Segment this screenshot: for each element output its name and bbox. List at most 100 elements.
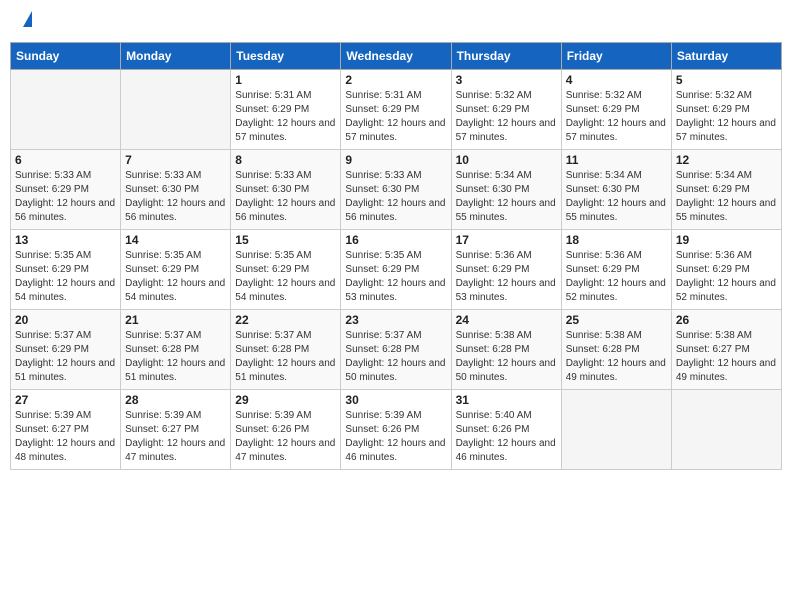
calendar-day-cell: 12 Sunrise: 5:34 AMSunset: 6:29 PMDaylig…: [671, 150, 781, 230]
day-info: Sunrise: 5:37 AMSunset: 6:28 PMDaylight:…: [345, 329, 446, 385]
day-info: Sunrise: 5:34 AMSunset: 6:30 PMDaylight:…: [566, 169, 667, 225]
calendar-day-cell: 11 Sunrise: 5:34 AMSunset: 6:30 PMDaylig…: [561, 150, 671, 230]
calendar-day-cell: 15 Sunrise: 5:35 AMSunset: 6:29 PMDaylig…: [231, 230, 341, 310]
day-info: Sunrise: 5:38 AMSunset: 6:28 PMDaylight:…: [566, 329, 667, 385]
day-number: 16: [345, 233, 446, 247]
weekday-header-tuesday: Tuesday: [231, 43, 341, 70]
weekday-header-sunday: Sunday: [11, 43, 121, 70]
day-info: Sunrise: 5:39 AMSunset: 6:27 PMDaylight:…: [125, 409, 226, 465]
day-number: 3: [456, 73, 557, 87]
calendar-week-row: 13 Sunrise: 5:35 AMSunset: 6:29 PMDaylig…: [11, 230, 782, 310]
day-number: 10: [456, 153, 557, 167]
day-info: Sunrise: 5:35 AMSunset: 6:29 PMDaylight:…: [15, 249, 116, 305]
day-number: 17: [456, 233, 557, 247]
day-info: Sunrise: 5:39 AMSunset: 6:27 PMDaylight:…: [15, 409, 116, 465]
day-info: Sunrise: 5:33 AMSunset: 6:30 PMDaylight:…: [125, 169, 226, 225]
day-number: 30: [345, 393, 446, 407]
calendar-day-cell: 5 Sunrise: 5:32 AMSunset: 6:29 PMDayligh…: [671, 70, 781, 150]
calendar-day-cell: 18 Sunrise: 5:36 AMSunset: 6:29 PMDaylig…: [561, 230, 671, 310]
day-number: 8: [235, 153, 336, 167]
day-number: 14: [125, 233, 226, 247]
day-info: Sunrise: 5:32 AMSunset: 6:29 PMDaylight:…: [566, 89, 667, 145]
calendar-day-cell: [671, 390, 781, 470]
calendar-day-cell: 14 Sunrise: 5:35 AMSunset: 6:29 PMDaylig…: [121, 230, 231, 310]
calendar-header-row: SundayMondayTuesdayWednesdayThursdayFrid…: [11, 43, 782, 70]
calendar-week-row: 20 Sunrise: 5:37 AMSunset: 6:29 PMDaylig…: [11, 310, 782, 390]
day-number: 12: [676, 153, 777, 167]
day-number: 9: [345, 153, 446, 167]
day-number: 23: [345, 313, 446, 327]
day-info: Sunrise: 5:37 AMSunset: 6:29 PMDaylight:…: [15, 329, 116, 385]
calendar-day-cell: 17 Sunrise: 5:36 AMSunset: 6:29 PMDaylig…: [451, 230, 561, 310]
day-info: Sunrise: 5:36 AMSunset: 6:29 PMDaylight:…: [676, 249, 777, 305]
calendar-day-cell: 13 Sunrise: 5:35 AMSunset: 6:29 PMDaylig…: [11, 230, 121, 310]
calendar-table: SundayMondayTuesdayWednesdayThursdayFrid…: [10, 42, 782, 470]
calendar-day-cell: 9 Sunrise: 5:33 AMSunset: 6:30 PMDayligh…: [341, 150, 451, 230]
day-number: 18: [566, 233, 667, 247]
weekday-header-monday: Monday: [121, 43, 231, 70]
weekday-header-thursday: Thursday: [451, 43, 561, 70]
weekday-header-wednesday: Wednesday: [341, 43, 451, 70]
calendar-day-cell: 24 Sunrise: 5:38 AMSunset: 6:28 PMDaylig…: [451, 310, 561, 390]
day-info: Sunrise: 5:38 AMSunset: 6:27 PMDaylight:…: [676, 329, 777, 385]
day-info: Sunrise: 5:31 AMSunset: 6:29 PMDaylight:…: [235, 89, 336, 145]
day-number: 7: [125, 153, 226, 167]
calendar-day-cell: 7 Sunrise: 5:33 AMSunset: 6:30 PMDayligh…: [121, 150, 231, 230]
day-number: 20: [15, 313, 116, 327]
calendar-week-row: 1 Sunrise: 5:31 AMSunset: 6:29 PMDayligh…: [11, 70, 782, 150]
calendar-day-cell: 31 Sunrise: 5:40 AMSunset: 6:26 PMDaylig…: [451, 390, 561, 470]
calendar-day-cell: [561, 390, 671, 470]
calendar-week-row: 27 Sunrise: 5:39 AMSunset: 6:27 PMDaylig…: [11, 390, 782, 470]
day-info: Sunrise: 5:35 AMSunset: 6:29 PMDaylight:…: [125, 249, 226, 305]
calendar-day-cell: [121, 70, 231, 150]
day-number: 21: [125, 313, 226, 327]
day-number: 2: [345, 73, 446, 87]
day-number: 25: [566, 313, 667, 327]
day-info: Sunrise: 5:36 AMSunset: 6:29 PMDaylight:…: [566, 249, 667, 305]
calendar-day-cell: 20 Sunrise: 5:37 AMSunset: 6:29 PMDaylig…: [11, 310, 121, 390]
calendar-day-cell: [11, 70, 121, 150]
calendar-day-cell: 27 Sunrise: 5:39 AMSunset: 6:27 PMDaylig…: [11, 390, 121, 470]
calendar-day-cell: 6 Sunrise: 5:33 AMSunset: 6:29 PMDayligh…: [11, 150, 121, 230]
logo: [20, 15, 32, 27]
calendar-day-cell: 22 Sunrise: 5:37 AMSunset: 6:28 PMDaylig…: [231, 310, 341, 390]
day-info: Sunrise: 5:31 AMSunset: 6:29 PMDaylight:…: [345, 89, 446, 145]
calendar-day-cell: 4 Sunrise: 5:32 AMSunset: 6:29 PMDayligh…: [561, 70, 671, 150]
day-number: 31: [456, 393, 557, 407]
day-number: 22: [235, 313, 336, 327]
day-info: Sunrise: 5:34 AMSunset: 6:30 PMDaylight:…: [456, 169, 557, 225]
day-info: Sunrise: 5:34 AMSunset: 6:29 PMDaylight:…: [676, 169, 777, 225]
calendar-day-cell: 26 Sunrise: 5:38 AMSunset: 6:27 PMDaylig…: [671, 310, 781, 390]
day-info: Sunrise: 5:33 AMSunset: 6:29 PMDaylight:…: [15, 169, 116, 225]
calendar-day-cell: 10 Sunrise: 5:34 AMSunset: 6:30 PMDaylig…: [451, 150, 561, 230]
day-number: 29: [235, 393, 336, 407]
day-info: Sunrise: 5:39 AMSunset: 6:26 PMDaylight:…: [345, 409, 446, 465]
day-number: 13: [15, 233, 116, 247]
day-number: 26: [676, 313, 777, 327]
day-number: 19: [676, 233, 777, 247]
logo-triangle-icon: [23, 11, 32, 27]
day-info: Sunrise: 5:37 AMSunset: 6:28 PMDaylight:…: [125, 329, 226, 385]
day-info: Sunrise: 5:37 AMSunset: 6:28 PMDaylight:…: [235, 329, 336, 385]
calendar-day-cell: 16 Sunrise: 5:35 AMSunset: 6:29 PMDaylig…: [341, 230, 451, 310]
day-number: 5: [676, 73, 777, 87]
calendar-week-row: 6 Sunrise: 5:33 AMSunset: 6:29 PMDayligh…: [11, 150, 782, 230]
calendar-body: 1 Sunrise: 5:31 AMSunset: 6:29 PMDayligh…: [11, 70, 782, 470]
day-info: Sunrise: 5:33 AMSunset: 6:30 PMDaylight:…: [235, 169, 336, 225]
weekday-header-friday: Friday: [561, 43, 671, 70]
day-number: 28: [125, 393, 226, 407]
calendar-day-cell: 29 Sunrise: 5:39 AMSunset: 6:26 PMDaylig…: [231, 390, 341, 470]
calendar-day-cell: 3 Sunrise: 5:32 AMSunset: 6:29 PMDayligh…: [451, 70, 561, 150]
calendar-day-cell: 21 Sunrise: 5:37 AMSunset: 6:28 PMDaylig…: [121, 310, 231, 390]
calendar-day-cell: 25 Sunrise: 5:38 AMSunset: 6:28 PMDaylig…: [561, 310, 671, 390]
day-info: Sunrise: 5:35 AMSunset: 6:29 PMDaylight:…: [345, 249, 446, 305]
calendar-day-cell: 30 Sunrise: 5:39 AMSunset: 6:26 PMDaylig…: [341, 390, 451, 470]
day-number: 4: [566, 73, 667, 87]
calendar-day-cell: 28 Sunrise: 5:39 AMSunset: 6:27 PMDaylig…: [121, 390, 231, 470]
calendar-day-cell: 8 Sunrise: 5:33 AMSunset: 6:30 PMDayligh…: [231, 150, 341, 230]
weekday-header-saturday: Saturday: [671, 43, 781, 70]
calendar-day-cell: 1 Sunrise: 5:31 AMSunset: 6:29 PMDayligh…: [231, 70, 341, 150]
day-info: Sunrise: 5:39 AMSunset: 6:26 PMDaylight:…: [235, 409, 336, 465]
day-info: Sunrise: 5:33 AMSunset: 6:30 PMDaylight:…: [345, 169, 446, 225]
day-info: Sunrise: 5:36 AMSunset: 6:29 PMDaylight:…: [456, 249, 557, 305]
